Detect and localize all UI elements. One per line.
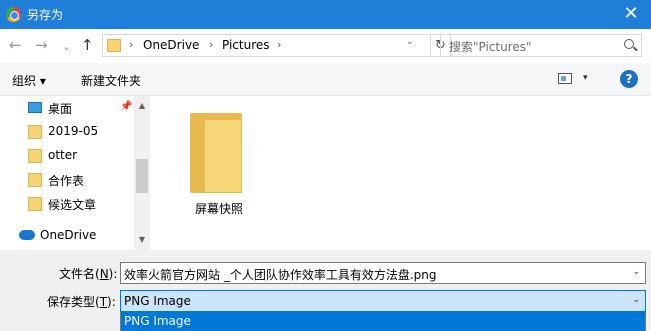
sidebar-item-2019-05[interactable]: 2019-05 (0, 120, 134, 144)
organize-menu-button[interactable]: 组织 ▾ (12, 72, 46, 89)
save-type-label: 保存类型(T): (47, 295, 116, 309)
folder-icon (107, 39, 121, 52)
sidebar-item-candidate-articles[interactable]: 候选文章 (0, 192, 134, 216)
folder-front (204, 119, 242, 193)
sidebar-item-label: otter (48, 148, 78, 162)
search-icon (624, 39, 634, 49)
command-bar: 组织 ▾ 新建文件夹 ▾ ? (0, 63, 651, 96)
recent-locations-chevron-icon[interactable]: ⌄ (62, 39, 71, 54)
save-type-value: PNG Image (124, 294, 191, 308)
breadcrumb-separator: › (209, 38, 214, 51)
view-options-icon[interactable] (558, 73, 572, 84)
scroll-down-arrow-icon[interactable]: ▼ (134, 232, 150, 248)
scrollbar-thumb[interactable] (136, 159, 148, 193)
search-input[interactable]: 搜索"Pictures" (440, 34, 642, 57)
up-arrow-icon[interactable]: ↑ (81, 38, 94, 53)
folder-icon[interactable] (190, 113, 242, 193)
breadcrumb-separator: › (129, 38, 134, 51)
filename-input[interactable]: 效率火箭官方网站 _个人团队协作效率工具有效方法盘.png ⌄ (120, 262, 646, 284)
file-list-pane: 屏幕快照 (150, 96, 651, 250)
address-dropdown-chevron-icon[interactable]: ⌄ (406, 37, 418, 49)
cloud-icon (19, 230, 35, 240)
sidebar-item-label: 合作表 (48, 174, 85, 188)
title-bar: 另存为 ✕ (0, 0, 651, 29)
filename-label: 文件名(N): (59, 267, 118, 281)
folder-icon (28, 173, 42, 187)
breadcrumb-separator: › (277, 38, 282, 51)
close-button[interactable]: ✕ (611, 0, 651, 29)
desktop-icon (28, 102, 42, 113)
folder-icon (28, 197, 42, 211)
breadcrumb-onedrive[interactable]: OneDrive (143, 38, 199, 52)
sidebar-item-desktop[interactable]: 桌面 📌 (0, 96, 134, 120)
folder-icon (28, 125, 42, 139)
save-type-dropdown-chevron-icon[interactable]: ⌄ (632, 295, 640, 305)
sidebar-item-onedrive[interactable]: OneDrive (0, 224, 134, 248)
navigation-bar: ← → ⌄ ↑ › OneDrive › Pictures › ⌄ ↻ 搜索"P… (0, 29, 651, 63)
forward-arrow-icon[interactable]: → (35, 38, 48, 53)
sidebar-item-label: OneDrive (40, 228, 97, 242)
help-icon[interactable]: ? (620, 70, 638, 88)
browser-app-icon (6, 7, 21, 22)
save-type-dropdown-list: PNG Image (120, 312, 646, 331)
sidebar-scrollbar[interactable]: ▲ ▼ (134, 96, 150, 250)
dropdown-option-png[interactable]: PNG Image (121, 312, 645, 331)
navigation-pane: 桌面 📌 2019-05 otter 合作表 候选文章 OneDrive ▲ ▼ (0, 96, 150, 250)
view-dropdown-chevron-icon[interactable]: ▾ (583, 73, 588, 83)
sidebar-item-label: 桌面 (48, 102, 73, 116)
back-arrow-icon[interactable]: ← (9, 38, 22, 53)
sidebar-item-label: 候选文章 (48, 198, 97, 212)
pin-icon[interactable]: 📌 (120, 101, 132, 112)
address-bar[interactable]: › OneDrive › Pictures › (102, 34, 431, 57)
new-folder-button[interactable]: 新建文件夹 (81, 72, 141, 89)
filename-value: 效率火箭官方网站 _个人团队协作效率工具有效方法盘.png (124, 268, 437, 282)
folder-item-label[interactable]: 屏幕快照 (195, 200, 243, 217)
window-title: 另存为 (27, 8, 64, 22)
sidebar-item-otter[interactable]: otter (0, 144, 134, 168)
sidebar-item-collab-table[interactable]: 合作表 (0, 168, 134, 192)
folder-icon (28, 149, 42, 163)
save-options-panel: 文件名(N): 效率火箭官方网站 _个人团队协作效率工具有效方法盘.png ⌄ … (0, 250, 651, 331)
breadcrumb-pictures[interactable]: Pictures (222, 38, 270, 52)
filename-dropdown-chevron-icon[interactable]: ⌄ (632, 267, 640, 277)
sidebar-item-label: 2019-05 (48, 124, 99, 138)
search-placeholder: 搜索"Pictures" (449, 40, 532, 54)
scroll-up-arrow-icon[interactable]: ▲ (134, 98, 150, 114)
save-type-select[interactable]: PNG Image ⌄ (120, 290, 646, 312)
